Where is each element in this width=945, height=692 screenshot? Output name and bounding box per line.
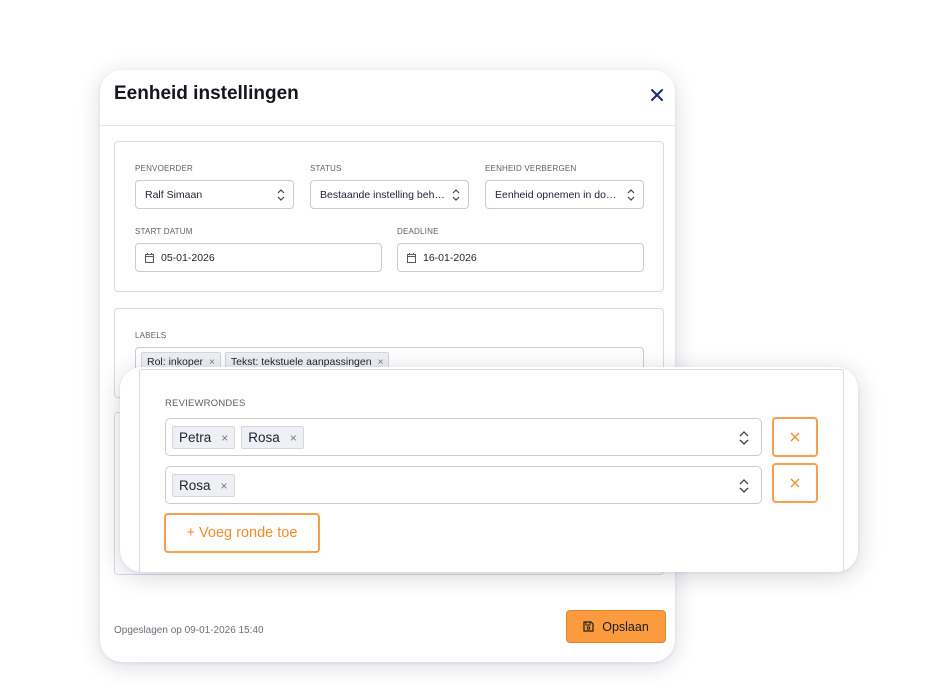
remove-tag-icon[interactable]: ×: [221, 431, 228, 445]
chevron-up-down-icon: [739, 431, 749, 445]
review-rounds-label: REVIEWRONDES: [165, 398, 246, 409]
start-date-value: 05-01-2026: [161, 251, 215, 264]
remove-round-button-1[interactable]: [772, 417, 818, 457]
penvoerder-value: Ralf Simaan: [145, 188, 203, 201]
close-icon: [651, 89, 663, 101]
chevron-up-down-icon: [452, 189, 460, 201]
chevron-up-down-icon: [277, 189, 285, 201]
hide-unit-select[interactable]: Eenheid opnemen in do…: [485, 180, 644, 209]
save-button[interactable]: Opslaan: [566, 610, 666, 643]
deadline-input[interactable]: 16-01-2026: [397, 243, 644, 272]
reviewer-tag-text: Rosa: [179, 478, 211, 493]
start-date-input[interactable]: 05-01-2026: [135, 243, 382, 272]
reviewer-tag: Rosa ×: [172, 474, 235, 497]
deadline-value: 16-01-2026: [423, 251, 477, 264]
calendar-icon: [407, 252, 416, 263]
add-round-button[interactable]: + Voeg ronde toe: [164, 513, 320, 553]
modal-title: Eenheid instellingen: [114, 83, 299, 104]
hide-unit-value: Eenheid opnemen in do…: [495, 188, 617, 201]
review-round-select-1[interactable]: Petra × Rosa ×: [165, 418, 762, 456]
chevron-up-down-icon: [627, 189, 635, 201]
status-label: STATUS: [310, 164, 342, 173]
saved-timestamp: Opgeslagen op 09-01-2026 15:40: [114, 625, 264, 636]
remove-round-button-2[interactable]: [772, 463, 818, 503]
hide-unit-label: EENHEID VERBERGEN: [485, 164, 577, 173]
chevron-up-down-icon: [739, 479, 749, 493]
modal-header: Eenheid instellingen: [100, 70, 675, 126]
status-select[interactable]: Bestaande instelling beh…: [310, 180, 469, 209]
reviewer-tag: Rosa ×: [241, 426, 304, 449]
unit-settings-modal: Eenheid instellingen PENVOERDER Ralf Sim…: [100, 70, 675, 662]
save-button-label: Opslaan: [602, 619, 649, 634]
review-rounds-panel: REVIEWRONDES Petra × Rosa × Rosa × + Voe…: [120, 367, 858, 572]
remove-tag-icon[interactable]: ×: [221, 479, 228, 493]
reviewer-tag-text: Rosa: [248, 430, 280, 445]
close-button[interactable]: [648, 86, 666, 104]
close-icon: [790, 432, 800, 442]
reviewer-tag-text: Petra: [179, 430, 212, 445]
status-value: Bestaande instelling beh…: [320, 188, 445, 201]
deadline-label: DEADLINE: [397, 227, 439, 236]
remove-tag-icon[interactable]: ×: [378, 357, 384, 368]
remove-tag-icon[interactable]: ×: [290, 431, 297, 445]
floppy-disk-icon: [583, 621, 594, 632]
review-round-select-2[interactable]: Rosa ×: [165, 466, 762, 504]
close-icon: [790, 478, 800, 488]
reviewer-tag: Petra ×: [172, 426, 236, 449]
remove-tag-icon[interactable]: ×: [209, 357, 215, 368]
start-date-label: START DATUM: [135, 227, 193, 236]
penvoerder-label: PENVOERDER: [135, 164, 194, 173]
penvoerder-select[interactable]: Ralf Simaan: [135, 180, 294, 209]
labels-label: LABELS: [135, 331, 167, 340]
calendar-icon: [145, 252, 154, 263]
general-settings-card: PENVOERDER Ralf Simaan STATUS Bestaande …: [114, 141, 664, 292]
